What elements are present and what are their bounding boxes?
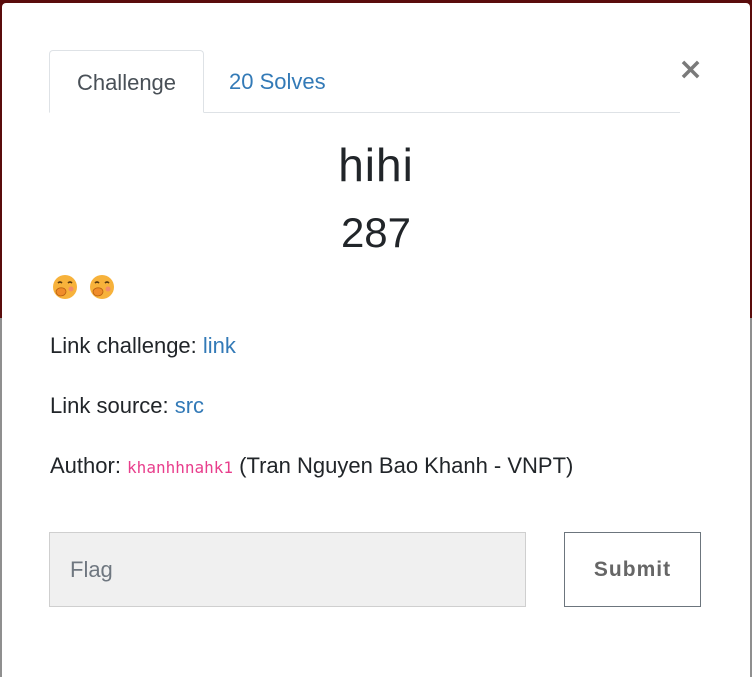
link-challenge-link[interactable]: link — [203, 333, 236, 358]
author-row: Author: khanhhnahk1 (Tran Nguyen Bao Kha… — [50, 452, 573, 482]
link-challenge-label: Link challenge: — [50, 333, 203, 358]
author-label: Author: — [50, 453, 128, 478]
tab-challenge[interactable]: Challenge — [49, 50, 204, 113]
author-details: (Tran Nguyen Bao Khanh - VNPT) — [233, 453, 574, 478]
challenge-name: hihi — [338, 139, 414, 191]
face-with-hand-over-mouth-icon — [53, 275, 77, 299]
link-source-label: Link source: — [50, 393, 175, 418]
challenge-points: 287 — [340, 209, 412, 256]
link-source-link[interactable]: src — [175, 393, 204, 418]
close-icon[interactable]: × — [678, 55, 703, 85]
author-handle: khanhhnahk1 — [127, 458, 234, 477]
face-with-hand-over-mouth-icon — [90, 275, 115, 299]
tab-solves[interactable]: 20 Solves — [205, 50, 350, 111]
flag-input[interactable] — [49, 532, 526, 607]
link-challenge-row: Link challenge: link — [50, 332, 236, 360]
link-source-row: Link source: src — [50, 392, 204, 420]
emoji-row — [52, 274, 122, 302]
challenge-tabs: Challenge 20 Solves — [49, 50, 680, 113]
submit-button[interactable]: Submit — [564, 532, 701, 607]
challenge-modal: Challenge 20 Solves × hihi 287 Link chal… — [2, 3, 750, 677]
